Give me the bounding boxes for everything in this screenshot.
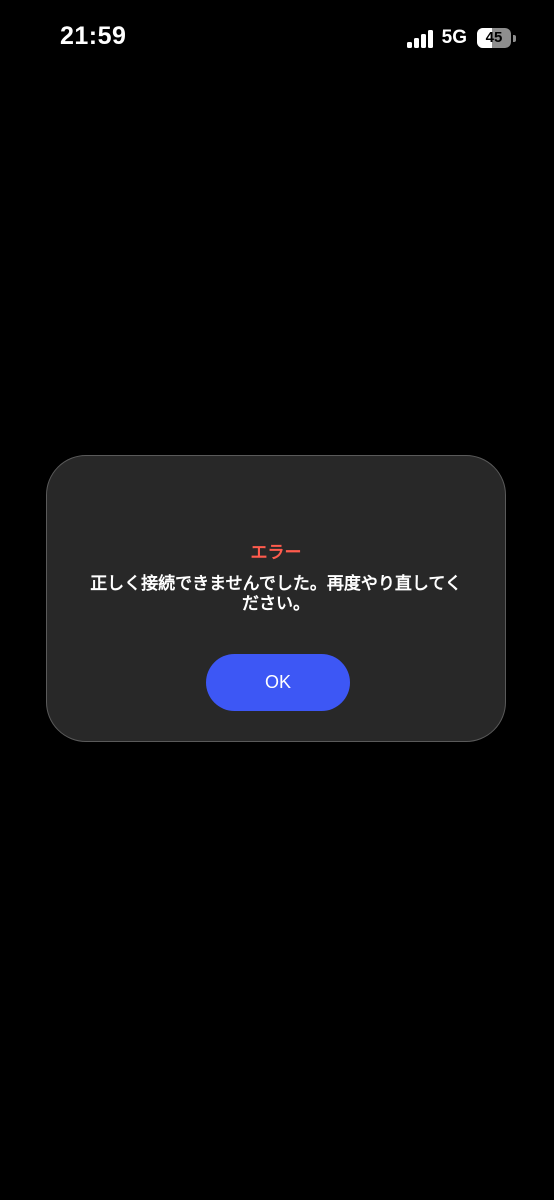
cellular-signal-icon [407, 28, 433, 48]
dialog-message: 正しく接続できませんでした。再度やり直してください。 [90, 574, 462, 614]
status-time: 21:59 [60, 22, 127, 50]
status-bar: 21:59 5G 45 [0, 0, 554, 76]
battery-level: 45 [485, 29, 503, 46]
battery-icon: 45 [477, 28, 516, 48]
network-type-label: 5G [441, 27, 467, 48]
error-dialog: エラー 正しく接続できませんでした。再度やり直してください。 OK [46, 455, 506, 742]
dialog-title: エラー [250, 543, 302, 563]
status-indicators: 5G 45 [407, 25, 516, 51]
ok-button[interactable]: OK [206, 654, 350, 711]
